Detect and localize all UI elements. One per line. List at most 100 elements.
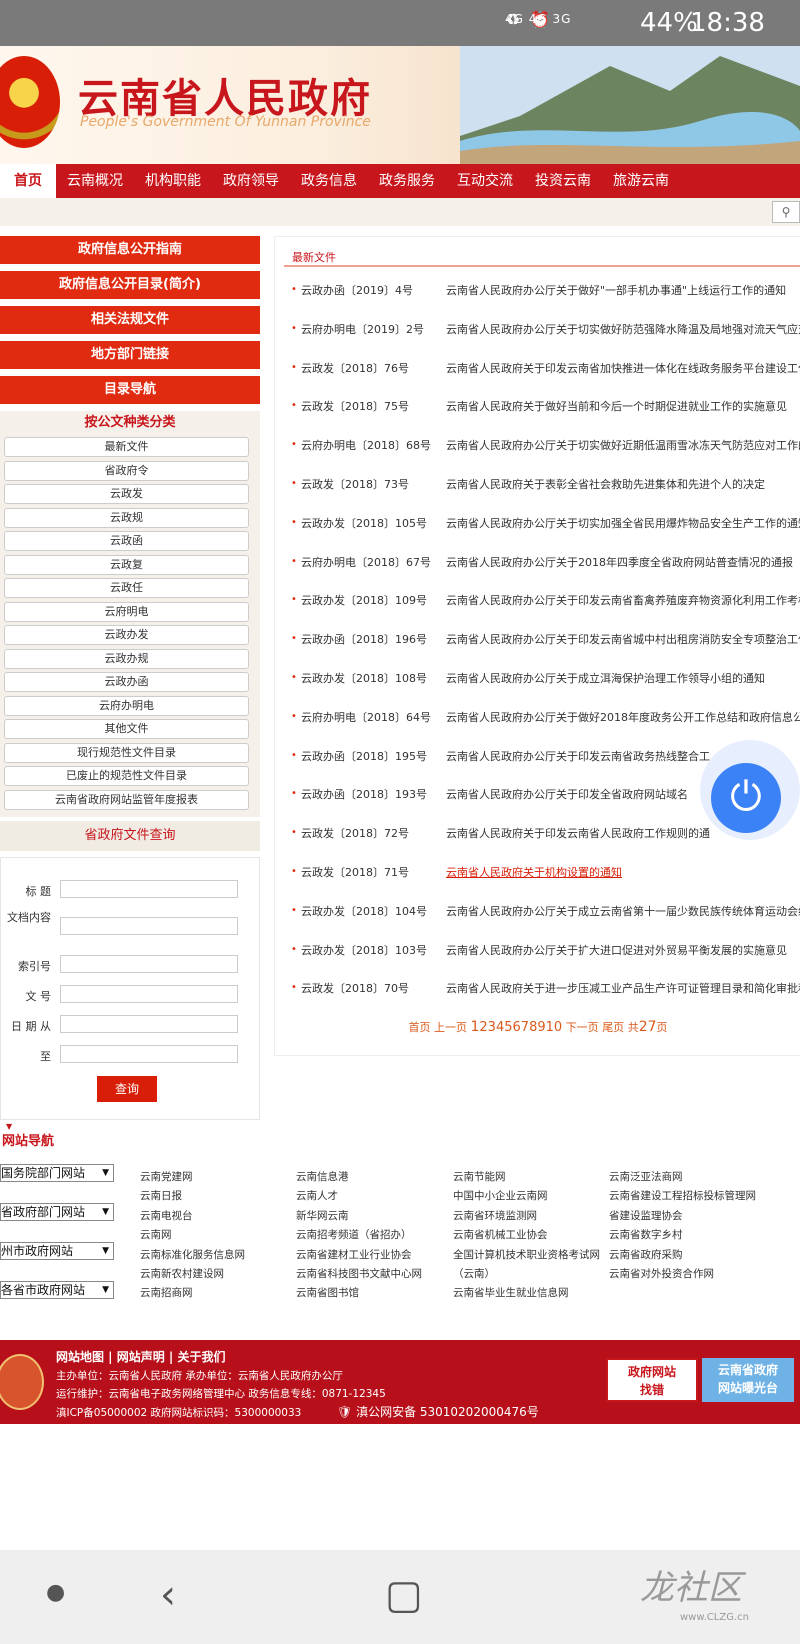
back-icon[interactable]: ‹ bbox=[160, 1572, 176, 1618]
site-link[interactable]: 云南省机械工业协会 bbox=[453, 1226, 600, 1245]
home-dot-icon[interactable]: ● bbox=[46, 1580, 65, 1605]
document-title-link[interactable]: 云南省人民政府关于机构设置的通知 bbox=[446, 864, 622, 880]
table-row[interactable]: • 云政办发〔2018〕103号 云南省人民政府办公厅关于扩大进口促进对外贸易平衡发… bbox=[291, 942, 800, 981]
category-item[interactable]: 云府明电 bbox=[4, 601, 249, 622]
tab-latest[interactable]: 最新文件 bbox=[284, 245, 800, 267]
pager-page-number[interactable]: 2 bbox=[479, 1020, 487, 1035]
document-title-link[interactable]: 云南省人民政府办公厅关于扩大进口促进对外贸易平衡发展的实施意见 bbox=[446, 942, 787, 958]
document-title-link[interactable]: 云南省人民政府办公厅关于做好"一部手机办事通"上线运行工作的通知 bbox=[446, 282, 786, 298]
site-link[interactable]: （云南） bbox=[453, 1265, 600, 1284]
table-row[interactable]: • 云政办函〔2019〕4号 云南省人民政府办公厅关于做好"一部手机办事通"上线运行… bbox=[291, 282, 800, 321]
pager-page-number[interactable]: 10 bbox=[546, 1020, 563, 1035]
table-row[interactable]: • 云府办明电〔2019〕2号 云南省人民政府办公厅关于切实做好防范强降水降温及局地… bbox=[291, 321, 800, 360]
category-item[interactable]: 其他文件 bbox=[4, 719, 249, 739]
table-row[interactable]: • 云政发〔2018〕76号 云南省人民政府关于印发云南省加快推进一体化在线政务服务… bbox=[291, 360, 800, 399]
site-link[interactable]: 省建设监理协会 bbox=[609, 1207, 756, 1226]
site-link[interactable]: 云南标准化服务信息网 bbox=[140, 1246, 245, 1265]
category-item[interactable]: 云政规 bbox=[4, 507, 249, 528]
site-link[interactable]: 云南省建设工程招标投标管理网 bbox=[609, 1187, 756, 1206]
category-item[interactable]: 云政办规 bbox=[4, 648, 249, 669]
document-title-link[interactable]: 云南省人民政府办公厅关于做好2018年度政务公开工作总结和政府信息公 bbox=[446, 709, 800, 725]
query-index-input[interactable] bbox=[60, 955, 238, 973]
query-button[interactable]: 查询 bbox=[97, 1076, 157, 1102]
nav-tourism[interactable]: 旅游云南 bbox=[602, 164, 680, 198]
pager-page-number[interactable]: 9 bbox=[537, 1020, 545, 1035]
document-title-link[interactable]: 云南省人民政府关于印发云南省人民政府工作规则的通 bbox=[446, 825, 710, 841]
category-item[interactable]: 最新文件 bbox=[4, 437, 249, 457]
table-row[interactable]: • 云政办发〔2018〕105号 云南省人民政府办公厅关于切实加强全省民用爆炸物品安… bbox=[291, 515, 800, 554]
site-link[interactable]: 云南省环境监测网 bbox=[453, 1207, 600, 1226]
select-other-provinces[interactable]: 各省市政府网站 ▼ bbox=[0, 1281, 114, 1299]
table-row[interactable]: • 云政发〔2018〕75号 云南省人民政府关于做好当前和今后一个时期促进就业工作的… bbox=[291, 398, 800, 437]
query-date-to-input[interactable] bbox=[60, 1045, 238, 1063]
site-link[interactable]: 云南新农村建设网 bbox=[140, 1265, 245, 1284]
pager-page-number[interactable]: 7 bbox=[521, 1020, 529, 1035]
table-row[interactable]: • 云府办明电〔2018〕68号 云南省人民政府办公厅关于切实做好近期低温雨雪冰冻天… bbox=[291, 437, 800, 476]
sidebar-info-guide[interactable]: 政府信息公开指南 bbox=[0, 236, 260, 264]
document-title-link[interactable]: 云南省人民政府办公厅关于切实做好防范强降水降温及局地强对流天气应对 bbox=[446, 321, 800, 337]
site-link[interactable]: 云南信息港 bbox=[296, 1168, 422, 1187]
nav-interaction[interactable]: 互动交流 bbox=[446, 164, 524, 198]
table-row[interactable]: • 云政办发〔2018〕104号 云南省人民政府办公厅关于成立云南省第十一届少数民族… bbox=[291, 903, 800, 942]
site-link[interactable]: 云南招考频道（省招办） bbox=[296, 1226, 422, 1245]
nav-home[interactable]: 首页 bbox=[0, 164, 56, 198]
site-link[interactable]: 云南网 bbox=[140, 1226, 245, 1245]
site-link[interactable]: 云南电视台 bbox=[140, 1207, 245, 1226]
pager-prev[interactable]: 上一页 bbox=[434, 1021, 467, 1034]
category-item[interactable]: 云政发 bbox=[4, 484, 249, 504]
document-title-link[interactable]: 云南省人民政府办公厅关于成立云南省第十一届少数民族传统体育运动会组 bbox=[446, 903, 800, 919]
category-item[interactable]: 省政府令 bbox=[4, 460, 249, 481]
footer-links[interactable]: 网站地图 | 网站声明 | 关于我们 bbox=[56, 1348, 225, 1365]
pager-page-number[interactable]: 3 bbox=[488, 1020, 496, 1035]
site-link[interactable]: 云南党建网 bbox=[140, 1168, 245, 1187]
site-link[interactable]: 中国中小企业云南网 bbox=[453, 1187, 600, 1206]
category-item[interactable]: 云南省政府网站监管年度报表 bbox=[4, 789, 249, 810]
category-item[interactable]: 云府办明电 bbox=[4, 695, 249, 716]
table-row[interactable]: • 云政发〔2018〕70号 云南省人民政府关于进一步压减工业产品生产许可证管理目录… bbox=[291, 980, 800, 1019]
document-title-link[interactable]: 云南省人民政府关于表彰全省社会救助先进集体和先进个人的决定 bbox=[446, 476, 765, 492]
sidebar-regulations[interactable]: 相关法规文件 bbox=[0, 306, 260, 334]
document-title-link[interactable]: 云南省人民政府办公厅关于切实加强全省民用爆炸物品安全生产工作的通知 bbox=[446, 515, 800, 531]
category-item[interactable]: 云政函 bbox=[4, 531, 249, 551]
select-state-council[interactable]: 国务院部门网站 ▼ bbox=[0, 1164, 114, 1182]
nav-institutions[interactable]: 机构职能 bbox=[134, 164, 212, 198]
recents-icon[interactable]: ▢ bbox=[385, 1572, 423, 1618]
pager-first[interactable]: 首页 bbox=[408, 1021, 430, 1034]
exposure-platform-button[interactable]: 云南省政府 网站曝光台 bbox=[702, 1358, 794, 1402]
pager-page-number[interactable]: 6 bbox=[513, 1020, 521, 1035]
search-icon[interactable]: ⚲ bbox=[772, 201, 800, 223]
query-title-input[interactable] bbox=[60, 880, 238, 898]
document-title-link[interactable]: 云南省人民政府办公厅关于印发云南省城中村出租房消防安全专项整治工作 bbox=[446, 631, 800, 647]
document-title-link[interactable]: 云南省人民政府办公厅关于2018年四季度全省政府网站普查情况的通报 bbox=[446, 554, 793, 570]
site-link[interactable]: 云南省建材工业行业协会 bbox=[296, 1246, 422, 1265]
select-province-dept[interactable]: 省政府部门网站 ▼ bbox=[0, 1203, 114, 1221]
document-title-link[interactable]: 云南省人民政府办公厅关于切实做好近期低温雨雪冰冻天气防范应对工作的 bbox=[446, 437, 800, 453]
site-link[interactable]: 云南省政府采购 bbox=[609, 1246, 756, 1265]
site-link[interactable]: 云南省图书馆 bbox=[296, 1284, 422, 1303]
query-docno-input[interactable] bbox=[60, 985, 238, 1003]
site-link[interactable]: 云南节能网 bbox=[453, 1168, 600, 1187]
table-row[interactable]: • 云府办明电〔2018〕64号 云南省人民政府办公厅关于做好2018年度政务公开工… bbox=[291, 709, 800, 748]
table-row[interactable]: • 云政发〔2018〕73号 云南省人民政府关于表彰全省社会救助先进集体和先进个人的… bbox=[291, 476, 800, 515]
document-title-link[interactable]: 云南省人民政府办公厅关于印发云南省畜禽养殖废弃物资源化利用工作考核 bbox=[446, 592, 800, 608]
select-prefecture-gov[interactable]: 州市政府网站 ▼ bbox=[0, 1242, 114, 1260]
document-title-link[interactable]: 云南省人民政府办公厅关于印发云南省政务热线整合工 bbox=[446, 748, 710, 764]
site-link[interactable]: 云南泛亚法商网 bbox=[609, 1168, 756, 1187]
pager-last[interactable]: 尾页 bbox=[602, 1021, 624, 1034]
document-title-link[interactable]: 云南省人民政府关于印发云南省加快推进一体化在线政务服务平台建设工作 bbox=[446, 360, 800, 376]
category-item[interactable]: 云政复 bbox=[4, 554, 249, 575]
site-link[interactable]: 云南日报 bbox=[140, 1187, 245, 1206]
nav-leaders[interactable]: 政府领导 bbox=[212, 164, 290, 198]
site-link[interactable]: 云南省对外投资合作网 bbox=[609, 1265, 756, 1284]
nav-gov-services[interactable]: 政务服务 bbox=[368, 164, 446, 198]
nav-gov-info[interactable]: 政务信息 bbox=[290, 164, 368, 198]
report-error-button[interactable]: 政府网站 找错 bbox=[606, 1358, 698, 1402]
category-item[interactable]: 现行规范性文件目录 bbox=[4, 742, 249, 763]
category-item[interactable]: 云政办发 bbox=[4, 625, 249, 645]
pager-page-number[interactable]: 4 bbox=[496, 1020, 504, 1035]
sidebar-catalog-nav[interactable]: 目录导航 bbox=[0, 376, 260, 404]
site-link[interactable]: 云南省毕业生就业信息网 bbox=[453, 1284, 600, 1303]
table-row[interactable]: • 云府办明电〔2018〕67号 云南省人民政府办公厅关于2018年四季度全省政府网… bbox=[291, 554, 800, 593]
document-title-link[interactable]: 云南省人民政府关于做好当前和今后一个时期促进就业工作的实施意见 bbox=[446, 398, 787, 414]
sidebar-info-catalog[interactable]: 政府信息公开目录(简介) bbox=[0, 271, 260, 299]
